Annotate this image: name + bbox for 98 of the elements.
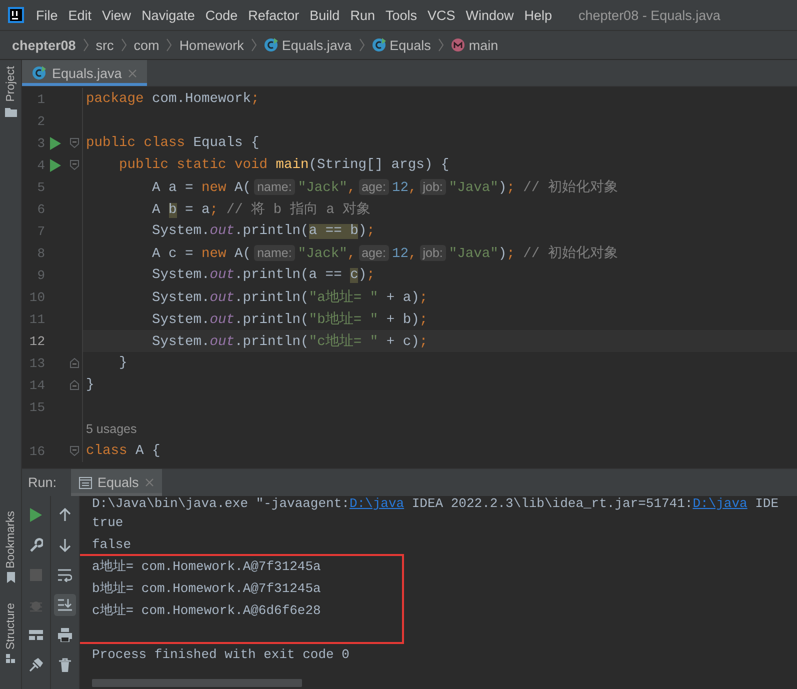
line-number: 12: [29, 334, 45, 348]
menu-item[interactable]: File: [36, 8, 58, 22]
console-line: c地址= com.Homework.A@6d6f6e28: [92, 602, 322, 620]
breadcrumb-item[interactable]: com: [134, 38, 160, 52]
code-line: System.out.println(a == c);: [151, 268, 375, 282]
code-line: public static void main(String[] args) {: [118, 158, 450, 172]
line-number: 10: [29, 290, 45, 304]
code-line: System.out.println("b地址= " + b);: [151, 310, 428, 328]
menu-item[interactable]: Code: [205, 8, 238, 22]
menu-item[interactable]: Run: [350, 8, 375, 22]
down-arrow-icon[interactable]: [58, 538, 72, 552]
fold-icon[interactable]: [70, 446, 78, 456]
menu-item[interactable]: Edit: [68, 8, 92, 22]
method-icon: [450, 38, 465, 52]
chevron-icon: [358, 38, 365, 52]
up-arrow-icon[interactable]: [58, 508, 72, 522]
code-line: System.out.println("c地址= " + c);: [151, 332, 428, 350]
breadcrumb-item[interactable]: main: [450, 38, 498, 52]
console-line: true: [92, 514, 124, 532]
panel-title: Run:: [28, 475, 57, 490]
console-line: Process finished with exit code 0: [92, 646, 350, 664]
fold-icon[interactable]: [70, 138, 78, 148]
line-number: 8: [37, 246, 45, 260]
run-icon[interactable]: [50, 158, 61, 172]
trash-icon[interactable]: [58, 658, 72, 672]
line-number: 16: [29, 444, 45, 458]
tool-window-button[interactable]: Project: [0, 60, 21, 119]
class-icon: [372, 38, 386, 52]
console-line: D:\Java\bin\java.exe "-javaagent:D:\java IDEA 2022.2.3\lib\idea_rt.jar=51741:D:\java IDE: [92, 496, 780, 512]
code-line: A b = a; // 将 b 指向 a 对象: [151, 200, 371, 218]
code-line: public class Equals {: [86, 136, 260, 150]
line-number: 6: [37, 202, 45, 216]
tool-window-button[interactable]: Bookmarks: [0, 504, 21, 586]
run-icon[interactable]: [50, 136, 61, 150]
chevron-icon: [120, 38, 127, 52]
folder-icon: [4, 106, 16, 117]
fold-icon[interactable]: [70, 358, 78, 368]
fold-icon[interactable]: [70, 160, 78, 170]
class-icon: [264, 38, 278, 52]
menu-item[interactable]: Tools: [385, 8, 417, 22]
path-link[interactable]: D:\java: [692, 496, 748, 511]
line-number: 7: [37, 224, 45, 238]
fold-icon[interactable]: [70, 380, 78, 390]
chevron-icon: [82, 38, 89, 52]
horizontal-scrollbar[interactable]: [92, 679, 302, 687]
chevron-icon: [166, 38, 172, 52]
app-logo-icon[interactable]: [8, 7, 24, 23]
console-line: false: [92, 536, 132, 554]
menu-item[interactable]: Help: [524, 8, 552, 22]
console-line: a地址= com.Homework.A@7f31245a: [92, 558, 322, 576]
code-line: A c = new A( name: "Jack", age: 12, job: "Java"); // 初始化对象: [151, 244, 618, 262]
line-number: 1: [37, 92, 45, 106]
code-line: package com.Homework;: [86, 92, 260, 106]
code-line: }: [118, 356, 128, 370]
line-number: 5: [37, 180, 45, 194]
console-icon: [78, 476, 92, 488]
run-tab[interactable]: Equals: [70, 469, 162, 496]
code-line: System.out.println(a == b);: [151, 224, 375, 238]
path-link[interactable]: D:\java: [349, 496, 404, 511]
tool-window-button[interactable]: Structure: [0, 597, 21, 667]
window-title: chepter08 - Equals.java: [578, 8, 720, 22]
breadcrumb-item[interactable]: src: [96, 38, 114, 52]
menu-item[interactable]: Build: [310, 8, 340, 22]
menu-item[interactable]: Navigate: [142, 8, 195, 22]
layout-icon[interactable]: [29, 628, 43, 642]
code-line: }: [86, 378, 94, 392]
editor-tab[interactable]: Equals.java: [22, 60, 147, 86]
class-icon: [32, 66, 46, 80]
structure-icon: [6, 654, 16, 665]
menu-item[interactable]: Refactor: [248, 8, 300, 22]
soft-wrap-icon[interactable]: [58, 568, 72, 582]
print-icon[interactable]: [58, 628, 72, 642]
usages-hint[interactable]: 5 usages: [86, 422, 137, 436]
line-number: 14: [29, 378, 45, 392]
line-number: 3: [37, 136, 45, 150]
line-number: 11: [29, 312, 45, 326]
scroll-to-end-icon[interactable]: [58, 598, 72, 612]
line-number: 9: [37, 268, 45, 282]
menu-item[interactable]: Window: [466, 8, 514, 22]
wrench-icon[interactable]: [29, 538, 43, 552]
breadcrumb-item[interactable]: Equals.java: [264, 38, 352, 52]
line-number: 13: [29, 356, 45, 370]
console-line: b地址= com.Homework.A@7f31245a: [92, 580, 322, 598]
breadcrumb-item[interactable]: Homework: [179, 38, 244, 52]
line-number: 4: [37, 158, 45, 172]
menu-item[interactable]: VCS: [427, 8, 456, 22]
breadcrumb-item[interactable]: Equals: [372, 38, 431, 52]
line-number: 2: [37, 114, 45, 128]
code-line: A a = new A( name: "Jack", age: 12, job: "Java"); // 初始化对象: [151, 178, 618, 196]
chevron-icon: [438, 38, 444, 52]
line-number: 15: [29, 400, 45, 414]
code-line: System.out.println("a地址= " + a);: [151, 288, 428, 306]
chevron-icon: [250, 38, 257, 52]
run-icon[interactable]: [29, 508, 43, 522]
code-line: class A {: [86, 444, 160, 458]
menu-item[interactable]: View: [102, 8, 132, 22]
breadcrumb-item[interactable]: chepter08: [12, 38, 76, 52]
bookmark-icon: [6, 572, 16, 584]
